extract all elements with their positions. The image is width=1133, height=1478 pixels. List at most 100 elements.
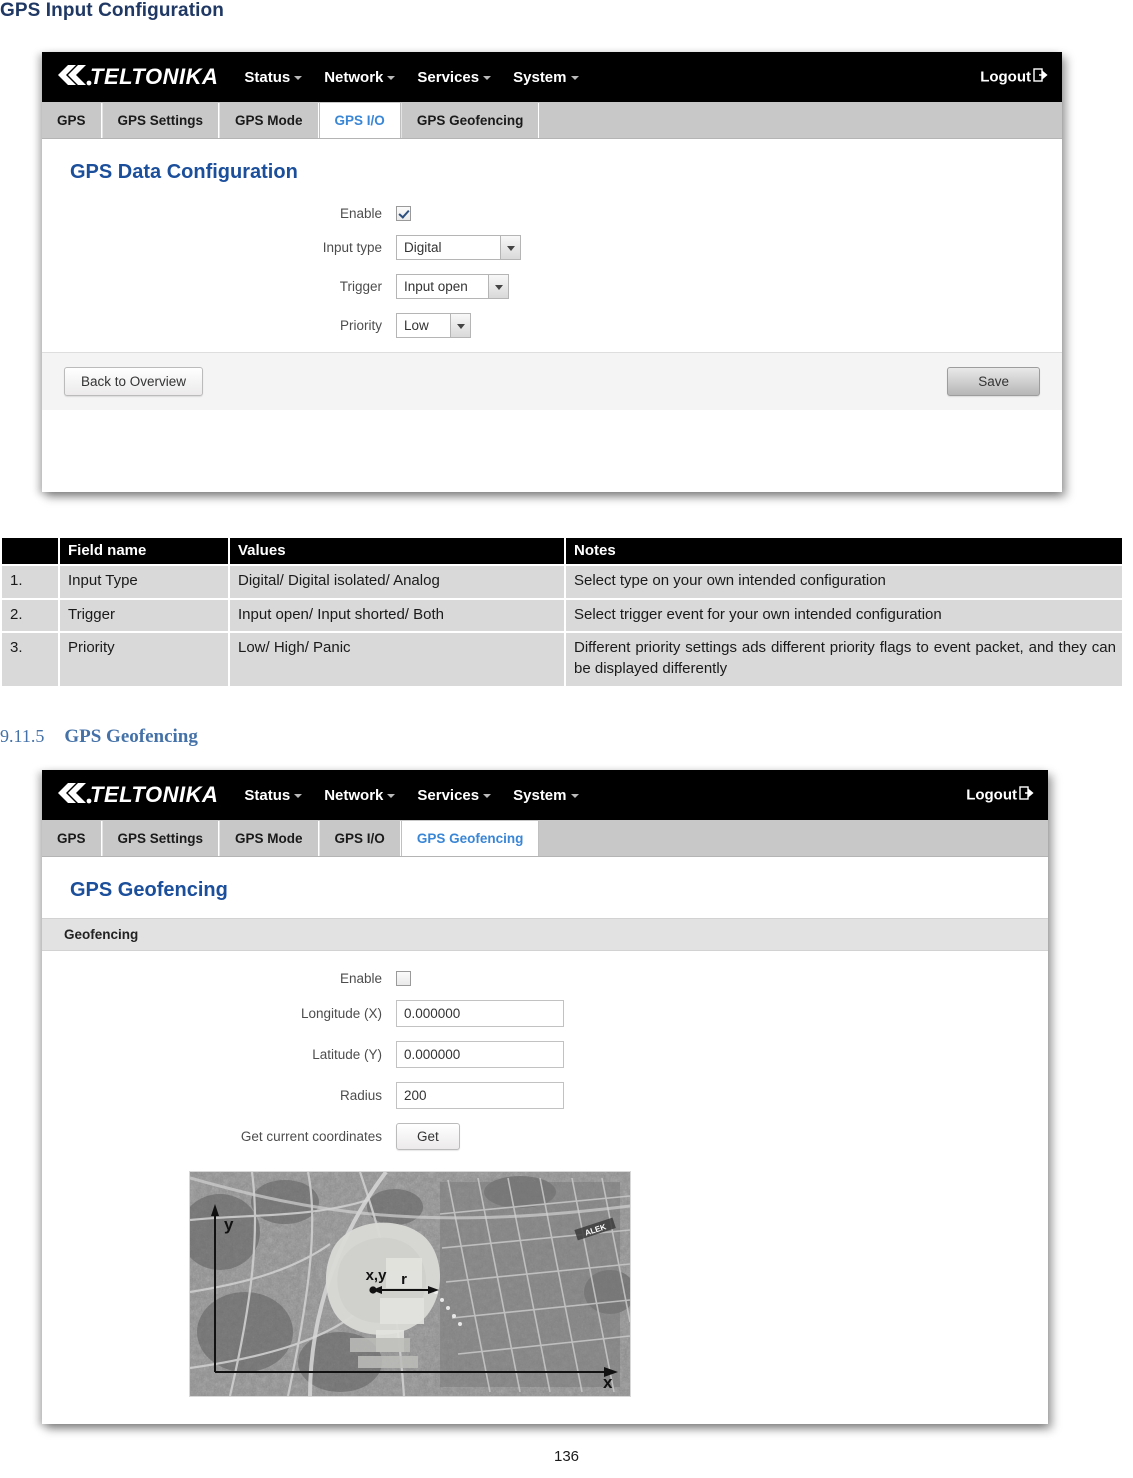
priority-select[interactable]: Low <box>396 313 471 338</box>
page-number: 136 <box>553 1448 580 1465</box>
logout-button[interactable]: Logout <box>966 786 1034 805</box>
chevron-down-icon <box>450 314 470 337</box>
form-row-latitude: Latitude (Y) 0.000000 <box>42 1041 1048 1068</box>
logout-label: Logout <box>980 68 1031 86</box>
nav-item-status[interactable]: Status <box>244 69 303 86</box>
section-number: 9.11.5 <box>0 726 45 746</box>
map-radius-label: r <box>401 1271 407 1288</box>
form-row-priority: Priority Low <box>42 313 1062 338</box>
form-row-enable: Enable <box>42 971 1048 986</box>
tab-gps[interactable]: GPS <box>42 821 102 856</box>
form-row-input-type: Input type Digital <box>42 235 1062 260</box>
table-row: 2. Trigger Input open/ Input shorted/ Bo… <box>2 599 1122 632</box>
logout-button[interactable]: Logout <box>980 68 1048 87</box>
header-index <box>2 538 58 564</box>
label-get-current-coordinates: Get current coordinates <box>240 1129 382 1144</box>
tab-gps-settings[interactable]: GPS Settings <box>101 103 220 138</box>
table-header-row: Field name Values Notes <box>2 538 1122 564</box>
label-latitude: Latitude (Y) <box>312 1047 382 1062</box>
nav-item-services[interactable]: Services <box>417 787 492 804</box>
cell-values: Digital/ Digital isolated/ Analog <box>230 566 564 598</box>
longitude-input[interactable]: 0.000000 <box>396 1000 564 1027</box>
label-longitude: Longitude (X) <box>300 1006 382 1021</box>
priority-value: Low <box>404 318 429 333</box>
chevron-down-icon <box>483 793 492 798</box>
trigger-value: Input open <box>404 279 468 294</box>
header-values: Values <box>230 538 564 564</box>
label-enable: Enable <box>339 206 382 221</box>
table-row: 3. Priority Low/ High/ Panic Different p… <box>2 633 1122 686</box>
chevron-down-icon <box>483 75 492 80</box>
section-bar-geofencing: Geofencing <box>42 918 1048 951</box>
map-center-label: x,y <box>366 1267 388 1284</box>
cell-field-name: Priority <box>60 633 228 686</box>
save-button[interactable]: Save <box>947 367 1040 396</box>
cell-field-name: Input Type <box>60 566 228 598</box>
brand-wordmark: TELTONIKA <box>90 782 219 807</box>
nav-item-system[interactable]: System <box>513 69 579 86</box>
chevron-down-icon <box>387 75 396 80</box>
panel-title-gps-geofencing: GPS Geofencing <box>70 879 228 901</box>
input-type-select[interactable]: Digital <box>396 235 521 260</box>
geofencing-body: GPS Geofencing Geofencing Enable Longitu… <box>42 857 1048 1396</box>
teltonika-logo: TELTONIKA <box>58 52 218 102</box>
tab-gps-mode[interactable]: GPS Mode <box>219 821 319 856</box>
panel-title-gps-data-configuration: GPS Data Configuration <box>70 161 298 183</box>
chevron-down-icon <box>387 793 396 798</box>
logout-label: Logout <box>966 786 1017 804</box>
label-enable: Enable <box>339 971 382 986</box>
label-radius: Radius <box>339 1088 382 1103</box>
logout-arrow-icon <box>1019 786 1034 805</box>
screenshot-gps-io: TELTONIKA Status Network Services System… <box>42 52 1062 492</box>
tab-gps-io[interactable]: GPS I/O <box>318 103 401 138</box>
brand-wordmark: TELTONIKA <box>90 64 219 89</box>
tab-gps-io[interactable]: GPS I/O <box>318 821 401 856</box>
latitude-input[interactable]: 0.000000 <box>396 1041 564 1068</box>
section-title: GPS Geofencing <box>64 726 198 747</box>
screenshot-gps-geofencing: TELTONIKA Status Network Services System… <box>42 770 1048 1424</box>
chevron-down-icon <box>570 793 579 798</box>
cell-notes: Select trigger event for your own intend… <box>566 599 1122 632</box>
form-row-enable: Enable <box>42 206 1062 221</box>
nav-item-system[interactable]: System <box>513 787 579 804</box>
navbar-menu: Status Network Services System <box>244 69 600 86</box>
chevron-down-icon <box>294 793 303 798</box>
form-row-radius: Radius 200 <box>42 1082 1048 1109</box>
label-priority: Priority <box>339 318 382 333</box>
nav-item-network[interactable]: Network <box>324 69 396 86</box>
header-notes: Notes <box>566 538 1122 564</box>
chevron-logo-icon <box>58 781 92 810</box>
tab-gps-geofencing[interactable]: GPS Geofencing <box>400 821 540 856</box>
geofence-map-figure: ALEK y x x,y r <box>190 1172 630 1396</box>
tab-gps-settings[interactable]: GPS Settings <box>101 821 220 856</box>
get-coordinates-button[interactable]: Get <box>396 1123 460 1150</box>
enable-checkbox[interactable] <box>396 971 411 986</box>
nav-item-services[interactable]: Services <box>417 69 492 86</box>
gps-io-form: Enable Input type Digital Trigger Input … <box>42 184 1062 338</box>
gps-io-body: GPS Data Configuration Enable Input type… <box>42 139 1062 410</box>
page-title: GPS Input Configuration <box>0 0 224 21</box>
navbar-menu: Status Network Services System <box>244 787 600 804</box>
nav-item-status[interactable]: Status <box>244 787 303 804</box>
form-row-get-coordinates: Get current coordinates Get <box>42 1123 1048 1150</box>
router-navbar: TELTONIKA Status Network Services System… <box>42 52 1062 102</box>
enable-checkbox[interactable] <box>396 206 411 221</box>
map-y-axis-label: y <box>224 1215 234 1234</box>
back-to-overview-button[interactable]: Back to Overview <box>64 367 204 396</box>
table-row: 1. Input Type Digital/ Digital isolated/… <box>2 566 1122 598</box>
tab-gps-mode[interactable]: GPS Mode <box>219 103 319 138</box>
label-input-type: Input type <box>322 240 382 255</box>
reference-table: Field name Values Notes 1. Input Type Di… <box>0 536 1124 688</box>
form-row-longitude: Longitude (X) 0.000000 <box>42 1000 1048 1027</box>
radius-input[interactable]: 200 <box>396 1082 564 1109</box>
label-trigger: Trigger <box>339 279 382 294</box>
trigger-select[interactable]: Input open <box>396 274 509 299</box>
input-type-value: Digital <box>404 240 442 255</box>
chevron-down-icon <box>570 75 579 80</box>
cell-index: 1. <box>2 566 58 598</box>
logout-arrow-icon <box>1033 68 1048 87</box>
nav-item-network[interactable]: Network <box>324 787 396 804</box>
map-x-axis-label: x <box>603 1373 613 1392</box>
tab-gps[interactable]: GPS <box>42 103 102 138</box>
tab-gps-geofencing[interactable]: GPS Geofencing <box>400 103 540 138</box>
